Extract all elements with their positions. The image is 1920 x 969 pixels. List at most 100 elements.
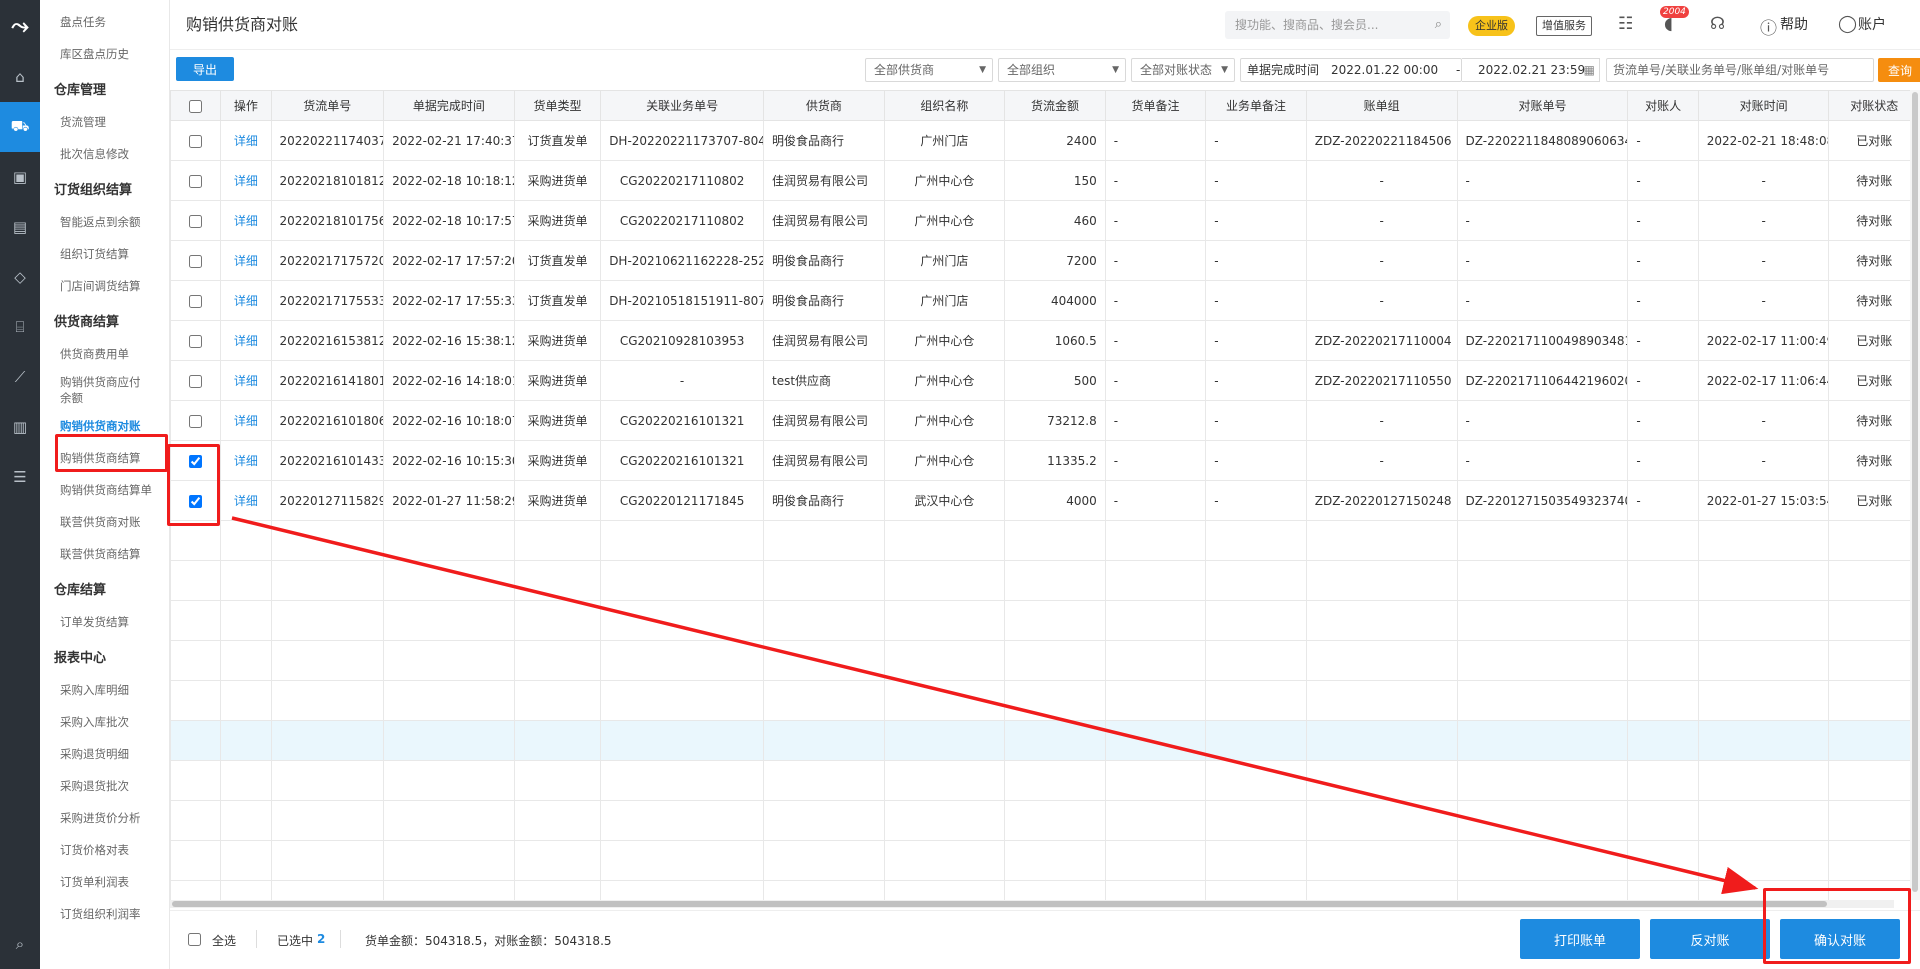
column-header: 账单组 — [1305, 90, 1458, 121]
row-checkbox-cell[interactable] — [170, 120, 222, 161]
detail-link[interactable]: 详细 — [220, 240, 272, 281]
scrollbar-thumb[interactable] — [172, 901, 1827, 907]
row-checkbox-cell[interactable] — [170, 200, 222, 241]
inventory-icon[interactable]: ▤ — [0, 202, 40, 252]
row-checkbox[interactable] — [189, 254, 203, 268]
detail-link[interactable]: 详细 — [220, 400, 272, 441]
menu-item[interactable]: 订单发货结算 — [40, 606, 169, 638]
menu-item[interactable]: 联营供货商对账 — [40, 506, 169, 538]
menu-item[interactable]: 订货组织利润率 — [40, 898, 169, 930]
detail-link[interactable]: 详细 — [220, 200, 272, 241]
row-checkbox-cell[interactable] — [170, 400, 222, 441]
clipboard-icon[interactable]: ☷ — [1618, 14, 1633, 34]
shipping-icon[interactable]: ⛟ — [0, 102, 40, 152]
header-checkbox-cell[interactable] — [170, 90, 222, 121]
row-checkbox-cell[interactable] — [170, 320, 222, 361]
menu-item[interactable]: 采购入库批次 — [40, 706, 169, 738]
row-checkbox[interactable] — [189, 134, 203, 148]
row-checkbox[interactable] — [189, 334, 203, 348]
headset-icon[interactable]: ☊ — [1710, 14, 1725, 34]
horizontal-scrollbar[interactable] — [170, 900, 1894, 908]
calendar-icon[interactable]: ▦ — [1584, 59, 1595, 81]
menu-item[interactable]: 订货价格对表 — [40, 834, 169, 866]
table-row[interactable]: 详细 20220218101812 2022-02-18 10:18:12 采购进货单… — [170, 160, 1910, 201]
menu-item[interactable]: 批次信息修改 — [40, 138, 169, 170]
query-button[interactable]: 查询 — [1878, 58, 1920, 82]
select-all-label[interactable]: 全选 — [212, 932, 236, 949]
search-icon[interactable]: ⌕ — [1435, 11, 1442, 39]
reverse-reconcile-button[interactable]: 反对账 — [1650, 919, 1770, 959]
table-row[interactable]: 详细 20220218101756 2022-02-18 10:17:57 采购进货单… — [170, 200, 1910, 241]
detail-link[interactable]: 详细 — [220, 360, 272, 401]
row-checkbox-cell[interactable] — [170, 280, 222, 321]
detail-link[interactable]: 详细 — [220, 280, 272, 321]
table-row[interactable]: 详细 20220217175533 2022-02-17 17:55:33 订货直发单… — [170, 280, 1910, 321]
detail-link[interactable]: 详细 — [220, 480, 272, 521]
date-from[interactable]: 2022.01.22 00:00 — [1331, 59, 1438, 81]
menu-item[interactable]: 货流管理 — [40, 106, 169, 138]
enterprise-badge[interactable]: 企业版 — [1468, 16, 1515, 36]
menu-item[interactable]: 采购入库明细 — [40, 674, 169, 706]
table-row[interactable]: 详细 20220216141801 2022-02-16 14:18:01 采购进货单… — [170, 360, 1910, 401]
diamond-icon[interactable]: ◇ — [0, 252, 40, 302]
menu-item[interactable]: 联营供货商结算 — [40, 538, 169, 570]
date-range-picker-end[interactable]: - 2022.02.21 23:59 ▦ — [1456, 58, 1600, 82]
menu-item[interactable]: 门店间调货结算 — [40, 270, 169, 302]
detail-link[interactable]: 详细 — [220, 440, 272, 481]
row-checkbox-cell[interactable] — [170, 160, 222, 201]
supplier-select[interactable]: 全部供货商 ▼ — [865, 58, 993, 82]
table-row[interactable]: 详细 20220216153812 2022-02-16 15:38:12 采购进货单… — [170, 320, 1910, 361]
menu-item[interactable]: 采购进货价分析 — [40, 802, 169, 834]
detail-link[interactable]: 详细 — [220, 320, 272, 361]
select-all-checkbox[interactable] — [188, 933, 201, 946]
help-link[interactable]: 帮助 — [1780, 14, 1808, 34]
menu-item[interactable]: 订货单利润表 — [40, 866, 169, 898]
settings-icon[interactable]: ☰ — [0, 452, 40, 502]
analytics-icon[interactable]: ⟋ — [0, 352, 40, 402]
table-row[interactable]: 详细 20220217175720 2022-02-17 17:57:20 订货直发单… — [170, 240, 1910, 281]
row-checkbox[interactable] — [189, 374, 203, 388]
table-row[interactable]: 详细 20220216101806 2022-02-16 10:18:07 采购进货单… — [170, 400, 1910, 441]
value-service-button[interactable]: 增值服务 — [1536, 16, 1592, 36]
menu-item[interactable]: 采购退货明细 — [40, 738, 169, 770]
menu-item[interactable]: 库区盘点历史 — [40, 38, 169, 70]
scrollbar-thumb[interactable] — [1912, 92, 1918, 892]
menu-item[interactable]: 供货商费用单 — [40, 338, 169, 370]
status-select[interactable]: 全部对账状态 ▼ — [1131, 58, 1235, 82]
menu-item[interactable]: 智能返点到余额 — [40, 206, 169, 238]
detail-link[interactable]: 详细 — [220, 160, 272, 201]
menu-item[interactable]: 购销供货商应付余额 — [40, 370, 169, 410]
help-icon[interactable]: ⓘ — [1760, 14, 1777, 39]
org-select[interactable]: 全部组织 ▼ — [998, 58, 1126, 82]
home-icon[interactable]: ⌂ — [0, 52, 40, 102]
global-search[interactable]: 搜功能、搜商品、搜会员... ⌕ — [1225, 11, 1450, 39]
date-range-picker[interactable]: 单据完成时间 2022.01.22 00:00 - — [1240, 58, 1462, 82]
row-checkbox-cell[interactable] — [170, 360, 222, 401]
account-link[interactable]: 账户 — [1858, 14, 1886, 34]
table-row[interactable]: 详细 20220127115829 2022-01-27 11:58:29 采购进货单… — [170, 480, 1910, 521]
row-checkbox-cell[interactable] — [170, 240, 222, 281]
keyword-input[interactable] — [1606, 58, 1874, 82]
row-checkbox[interactable] — [189, 414, 203, 428]
menu-item[interactable]: 组织订货结算 — [40, 238, 169, 270]
table-row[interactable]: 详细 20220221174037 2022-02-21 17:40:37 订货直发单… — [170, 120, 1910, 161]
menu-item[interactable]: 采购退货批次 — [40, 770, 169, 802]
date-to[interactable]: 2022.02.21 23:59 — [1478, 59, 1585, 81]
store-icon[interactable]: ⌸ — [0, 302, 40, 352]
menu-item[interactable]: 盘点任务 — [40, 6, 169, 38]
print-bill-button[interactable]: 打印账单 — [1520, 919, 1640, 959]
row-checkbox[interactable] — [189, 174, 203, 188]
vertical-scrollbar[interactable] — [1910, 90, 1920, 900]
report-icon[interactable]: ▥ — [0, 402, 40, 452]
table-row[interactable]: 详细 20220216101433 2022-02-16 10:15:30 采购进货单… — [170, 440, 1910, 481]
detail-link[interactable]: 详细 — [220, 120, 272, 161]
menu-item[interactable]: 购销供货商结算单 — [40, 474, 169, 506]
row-checkbox[interactable] — [189, 294, 203, 308]
money-icon[interactable]: ▣ — [0, 152, 40, 202]
row-checkbox[interactable] — [189, 214, 203, 228]
select-all-header-checkbox[interactable] — [189, 99, 203, 113]
search-list-icon[interactable]: ⌕ — [0, 919, 40, 969]
supplier-cell: 佳润贸易有限公司 — [763, 400, 885, 441]
export-button[interactable]: 导出 — [176, 57, 234, 81]
account-icon[interactable]: ◯ — [1838, 14, 1857, 34]
